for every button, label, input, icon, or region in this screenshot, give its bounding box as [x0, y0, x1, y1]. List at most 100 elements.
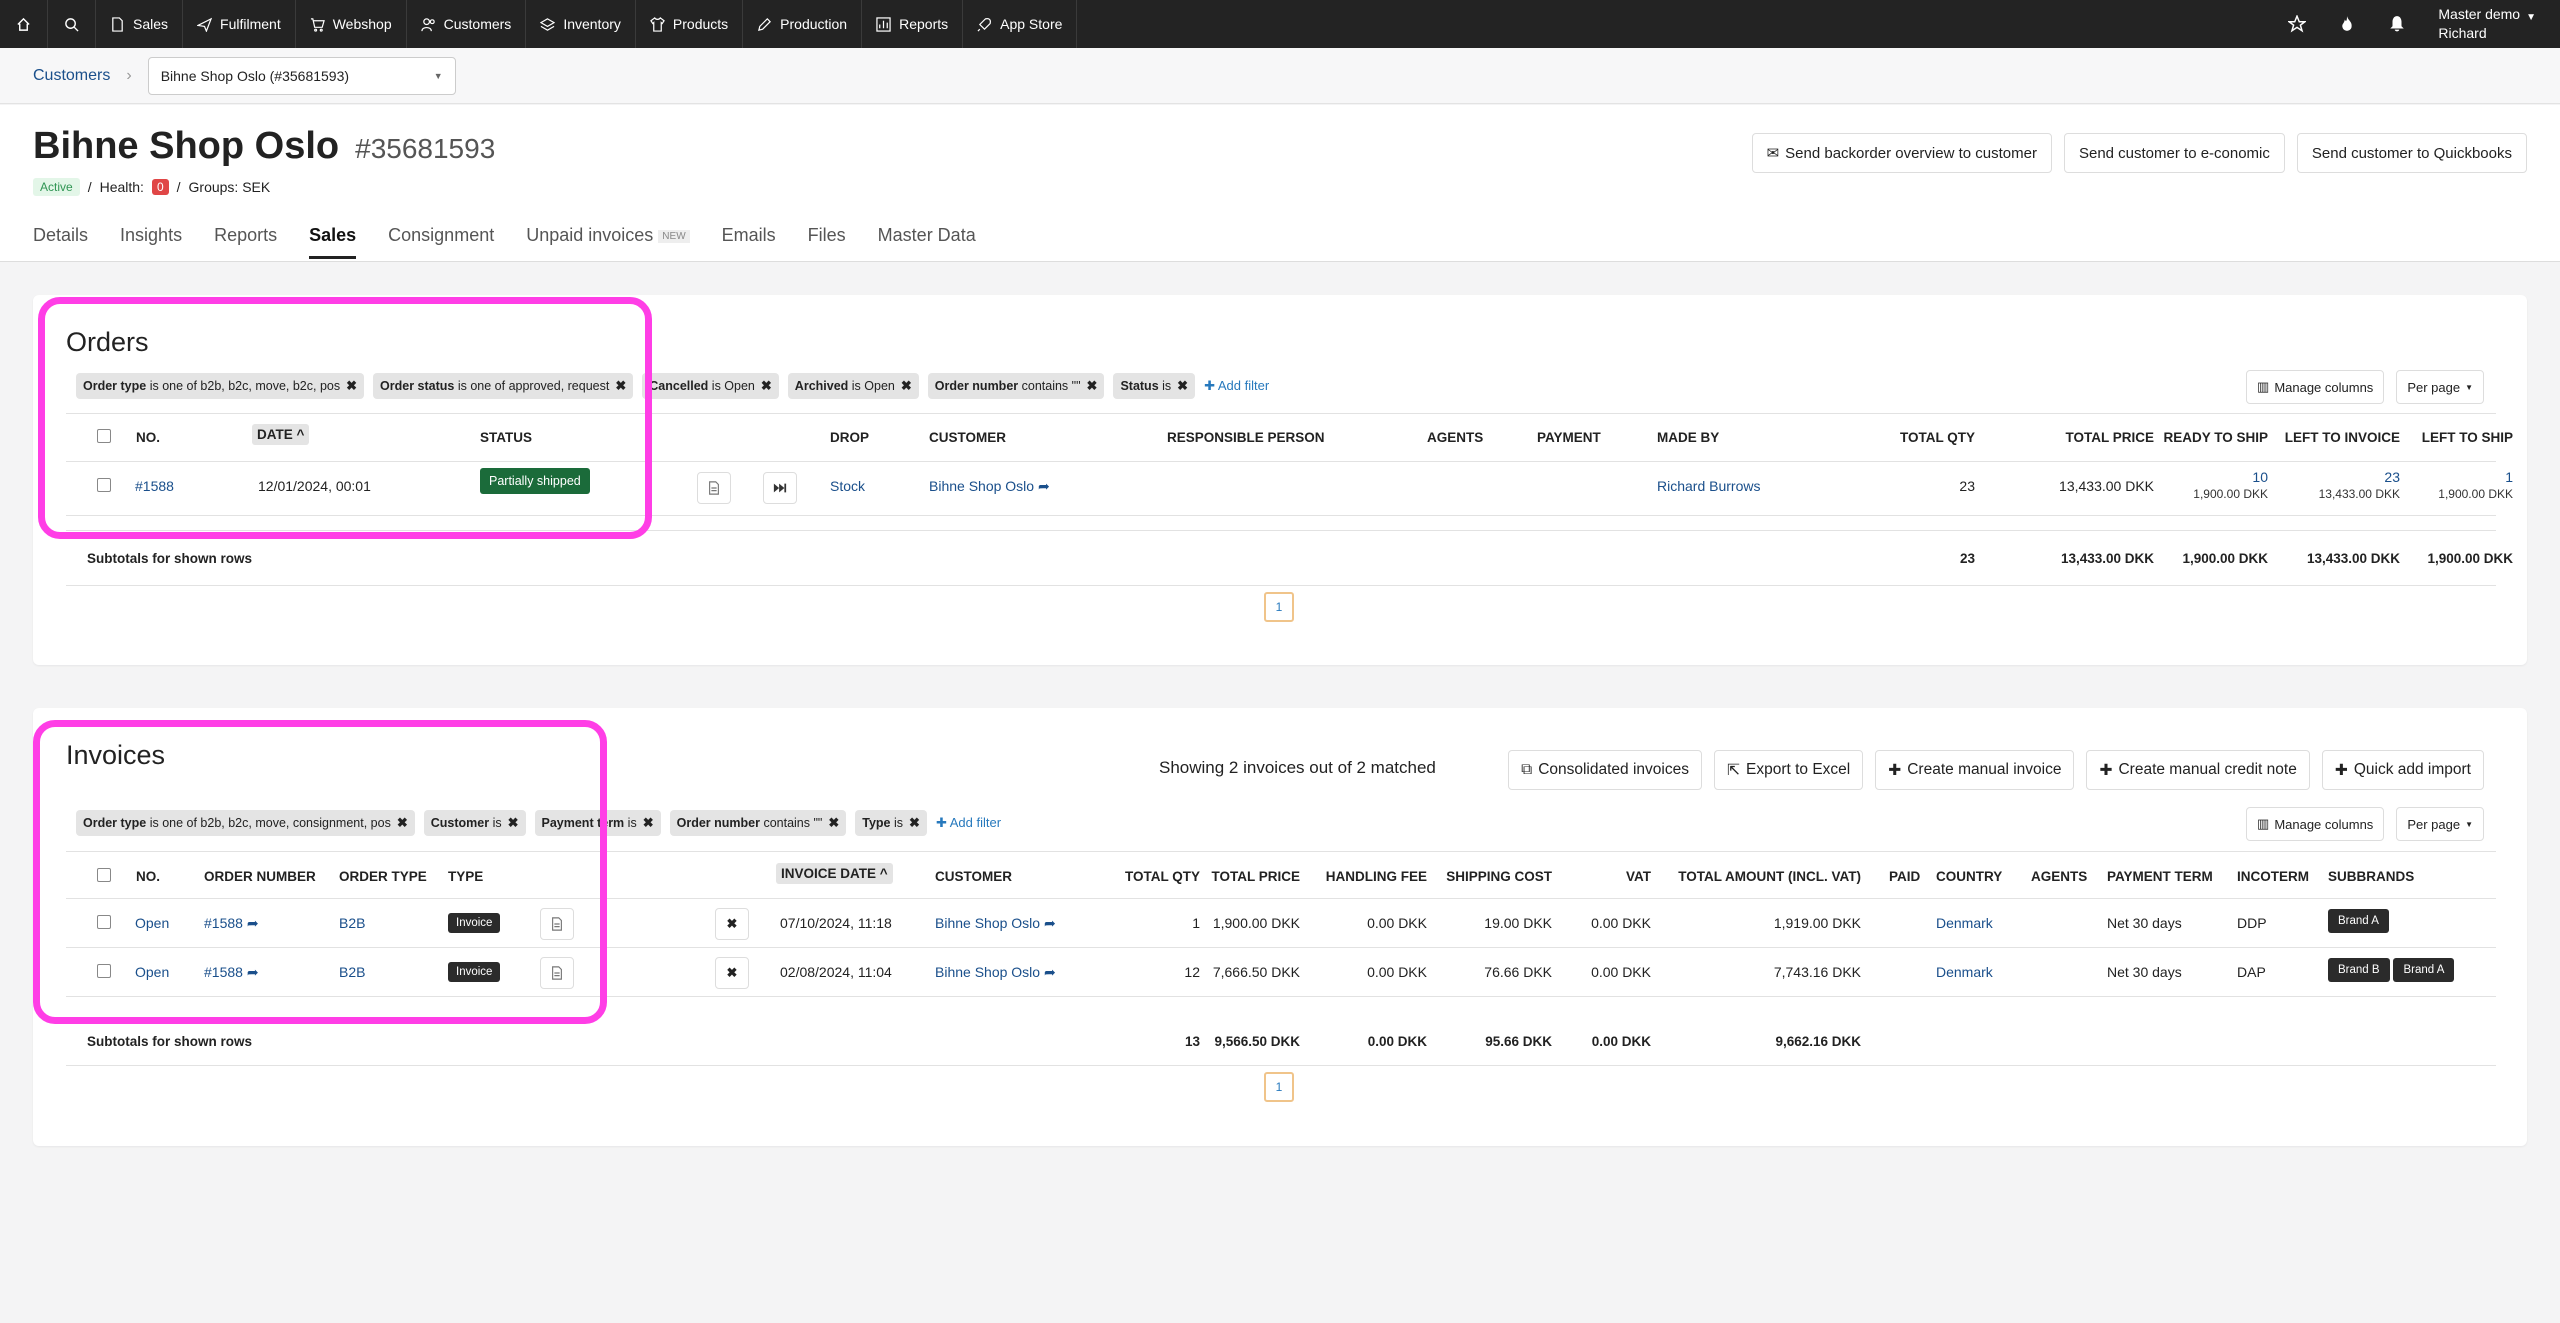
send-economic-button[interactable]: Send customer to e-conomic	[2063, 133, 2285, 173]
manage-columns-button[interactable]: ▥ Manage columns	[2246, 807, 2385, 841]
close-icon[interactable]: ✖	[1177, 378, 1188, 394]
column-header-customer[interactable]: CUSTOMER	[935, 869, 1012, 884]
close-button[interactable]: ✖	[715, 957, 749, 989]
search-icon[interactable]	[48, 0, 96, 48]
nav-production[interactable]: Production	[743, 0, 863, 48]
column-header-handling-fee[interactable]: HANDLING FEE	[1326, 869, 1427, 884]
tab-insights[interactable]: Insights	[120, 225, 182, 259]
send-quickbooks-button[interactable]: Send customer to Quickbooks	[2296, 133, 2527, 173]
customer-link[interactable]: Bihne Shop Oslo ➦	[935, 964, 1056, 981]
close-icon[interactable]: ✖	[643, 815, 654, 831]
column-header-total-qty[interactable]: TOTAL QTY	[1125, 869, 1200, 884]
filter-chip[interactable]: Order number contains "" ✖	[669, 810, 847, 836]
tab-files[interactable]: Files	[808, 225, 846, 259]
add-filter-link[interactable]: ✚ Add filter	[936, 815, 1001, 831]
column-header-responsible[interactable]: RESPONSIBLE PERSON	[1167, 430, 1325, 445]
column-header-paid[interactable]: PAID	[1889, 869, 1920, 884]
customer-link[interactable]: Bihne Shop Oslo ➦	[935, 915, 1056, 932]
user-menu[interactable]: Master demo Richard ▼	[2438, 5, 2536, 43]
close-button[interactable]: ✖	[715, 908, 749, 940]
column-header-total-amount[interactable]: TOTAL AMOUNT (INCL. VAT)	[1678, 869, 1861, 884]
per-page-dropdown[interactable]: Per page ▼	[2396, 807, 2484, 841]
nav-inventory[interactable]: Inventory	[526, 0, 636, 48]
column-header-invoice-date[interactable]: INVOICE DATE ^	[776, 863, 893, 884]
column-header-vat[interactable]: VAT	[1626, 869, 1651, 884]
customer-link[interactable]: Bihne Shop Oslo ➦	[929, 478, 1050, 495]
pagination-page[interactable]: 1	[1264, 1072, 1294, 1102]
country-link[interactable]: Denmark	[1936, 915, 1993, 931]
tab-emails[interactable]: Emails	[722, 225, 776, 259]
filter-chip[interactable]: Status is ✖	[1113, 373, 1196, 399]
subtotal-price: 13,433.00 DKK	[2060, 551, 2154, 566]
close-icon[interactable]: ✖	[901, 378, 912, 394]
manage-columns-button[interactable]: ▥ Manage columns	[2246, 370, 2385, 404]
tab-master-data[interactable]: Master Data	[878, 225, 976, 259]
fire-icon[interactable]	[2338, 15, 2356, 33]
column-header-total-price[interactable]: TOTAL PRICE	[1211, 869, 1300, 884]
create-manual-invoice-button[interactable]: ✚ Create manual invoice	[1875, 750, 2075, 790]
column-header-drop[interactable]: DROP	[830, 430, 869, 445]
country-link[interactable]: Denmark	[1936, 964, 1993, 980]
nav-fulfilment[interactable]: Fulfilment	[183, 0, 296, 48]
send-backorder-button[interactable]: ✉ Send backorder overview to customer	[1751, 133, 2052, 173]
nav-app-store[interactable]: App Store	[963, 0, 1078, 48]
close-icon[interactable]: ✖	[909, 815, 920, 831]
column-header-left-to-invoice[interactable]: LEFT TO INVOICE	[2285, 430, 2400, 445]
tab-details[interactable]: Details	[33, 225, 88, 259]
customer-name[interactable]: Bihne Shop Oslo	[935, 964, 1040, 980]
column-header-left-to-ship[interactable]: LEFT TO SHIP	[2422, 430, 2513, 445]
fast-forward-button[interactable]	[763, 472, 797, 504]
customer-name[interactable]: Bihne Shop Oslo	[929, 478, 1034, 494]
home-icon[interactable]	[0, 0, 48, 48]
nav-sales[interactable]: Sales	[96, 0, 184, 48]
quick-add-import-button[interactable]: ✚ Quick add import	[2321, 750, 2484, 790]
filter-chip[interactable]: Order number contains "" ✖	[927, 373, 1105, 399]
column-header-country[interactable]: COUNTRY	[1936, 869, 2002, 884]
close-icon[interactable]: ✖	[761, 378, 772, 394]
column-header-payment[interactable]: PAYMENT	[1537, 430, 1601, 445]
consolidated-invoices-button[interactable]: ⧉ Consolidated invoices	[1508, 750, 1702, 790]
filter-chip[interactable]: Type is ✖	[855, 810, 927, 836]
made-by-link[interactable]: Richard Burrows	[1657, 478, 1760, 494]
column-header-total-price[interactable]: TOTAL PRICE	[2065, 430, 2154, 445]
nav-webshop[interactable]: Webshop	[296, 0, 407, 48]
column-header-total-qty[interactable]: TOTAL QTY	[1900, 430, 1975, 445]
nav-products[interactable]: Products	[636, 0, 744, 48]
column-header-customer[interactable]: CUSTOMER	[929, 430, 1006, 445]
breadcrumb-customers-link[interactable]: Customers	[33, 67, 110, 85]
customer-name[interactable]: Bihne Shop Oslo	[935, 915, 1040, 931]
filter-chip[interactable]: Cancelled is Open ✖	[642, 373, 779, 399]
column-header-ready-to-ship[interactable]: READY TO SHIP	[2163, 430, 2268, 445]
column-header-agents[interactable]: AGENTS	[2031, 869, 2087, 884]
add-filter-link[interactable]: ✚ Add filter	[1204, 378, 1269, 394]
tab-reports[interactable]: Reports	[214, 225, 277, 259]
column-header-agents[interactable]: AGENTS	[1427, 430, 1483, 445]
column-header-payment-term[interactable]: PAYMENT TERM	[2107, 869, 2213, 884]
export-excel-button[interactable]: ⇱ Export to Excel	[1713, 750, 1864, 790]
nav-reports[interactable]: Reports	[862, 0, 964, 48]
drop-link[interactable]: Stock	[830, 478, 865, 494]
pagination-page[interactable]: 1	[1264, 592, 1294, 622]
breadcrumb: Customers › Bihne Shop Oslo (#35681593) …	[0, 48, 2560, 104]
star-icon[interactable]	[2288, 15, 2307, 33]
nav-customers[interactable]: Customers	[407, 0, 527, 48]
create-credit-note-button[interactable]: ✚ Create manual credit note	[2086, 750, 2310, 790]
left-to-invoice-link[interactable]: 23	[2384, 469, 2400, 485]
customer-select[interactable]: Bihne Shop Oslo (#35681593) ▼	[147, 56, 456, 95]
column-header-incoterm[interactable]: INCOTERM	[2237, 869, 2309, 884]
per-page-dropdown[interactable]: Per page ▼	[2396, 370, 2484, 404]
bell-icon[interactable]	[2388, 15, 2406, 33]
column-header-subbrands[interactable]: SUBBRANDS	[2328, 869, 2414, 884]
tab-unpaid-invoices[interactable]: Unpaid invoices NEW	[526, 225, 690, 259]
close-icon[interactable]: ✖	[1087, 378, 1098, 394]
filter-condition: is	[1162, 379, 1172, 393]
document-button[interactable]	[697, 472, 731, 504]
filter-chip[interactable]: Archived is Open ✖	[787, 373, 919, 399]
close-icon[interactable]: ✖	[828, 815, 839, 831]
ready-to-ship-link[interactable]: 10	[2252, 469, 2268, 485]
column-header-shipping-cost[interactable]: SHIPPING COST	[1446, 869, 1552, 884]
tab-sales[interactable]: Sales	[309, 225, 357, 259]
left-to-ship-link[interactable]: 1	[2505, 469, 2513, 485]
tab-consignment[interactable]: Consignment	[388, 225, 494, 259]
column-header-made-by[interactable]: MADE BY	[1657, 430, 1719, 445]
